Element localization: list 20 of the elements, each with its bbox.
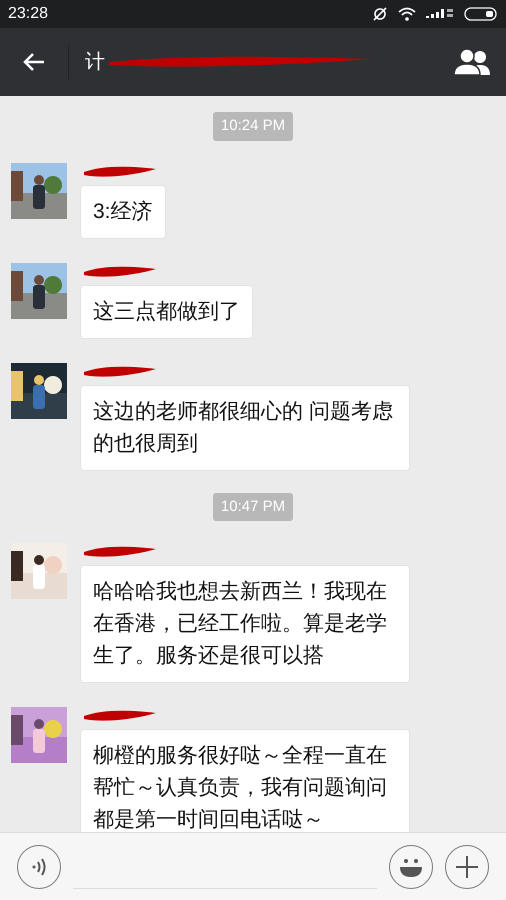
clock-time: 23:28 bbox=[8, 4, 48, 24]
battery-icon bbox=[464, 7, 498, 21]
signal-icon bbox=[426, 8, 454, 20]
timestamp: 10:24 PM bbox=[212, 112, 294, 140]
back-arrow-icon bbox=[22, 52, 46, 72]
chat-title: 计 bbox=[85, 50, 105, 75]
timestamp: 10:47 PM bbox=[212, 492, 294, 521]
people-icon bbox=[453, 48, 491, 76]
wifi-icon bbox=[398, 7, 416, 21]
message-bubble: 3:经济 bbox=[80, 184, 166, 238]
add-button[interactable] bbox=[445, 844, 489, 888]
message-bubble: 柳橙的服务很好哒～全程一直在帮忙～认真负责，我有问题询问都是第一时间回电话哒～ bbox=[80, 729, 410, 832]
alarm-off-icon bbox=[372, 6, 388, 22]
voice-button[interactable] bbox=[17, 844, 61, 888]
message-bubble: 这三点都做到了 bbox=[80, 284, 253, 338]
message-bubble: 这边的老师都很细心的 问题考虑的也很周到 bbox=[80, 384, 410, 470]
emoji-button[interactable] bbox=[389, 844, 433, 888]
plus-icon bbox=[455, 854, 479, 878]
voice-icon bbox=[30, 856, 48, 876]
message-bubble: 哈哈哈我也想去新西兰！我现在在香港，已经工作啦。算是老学生了。服务还是很可以搭 bbox=[80, 565, 410, 683]
